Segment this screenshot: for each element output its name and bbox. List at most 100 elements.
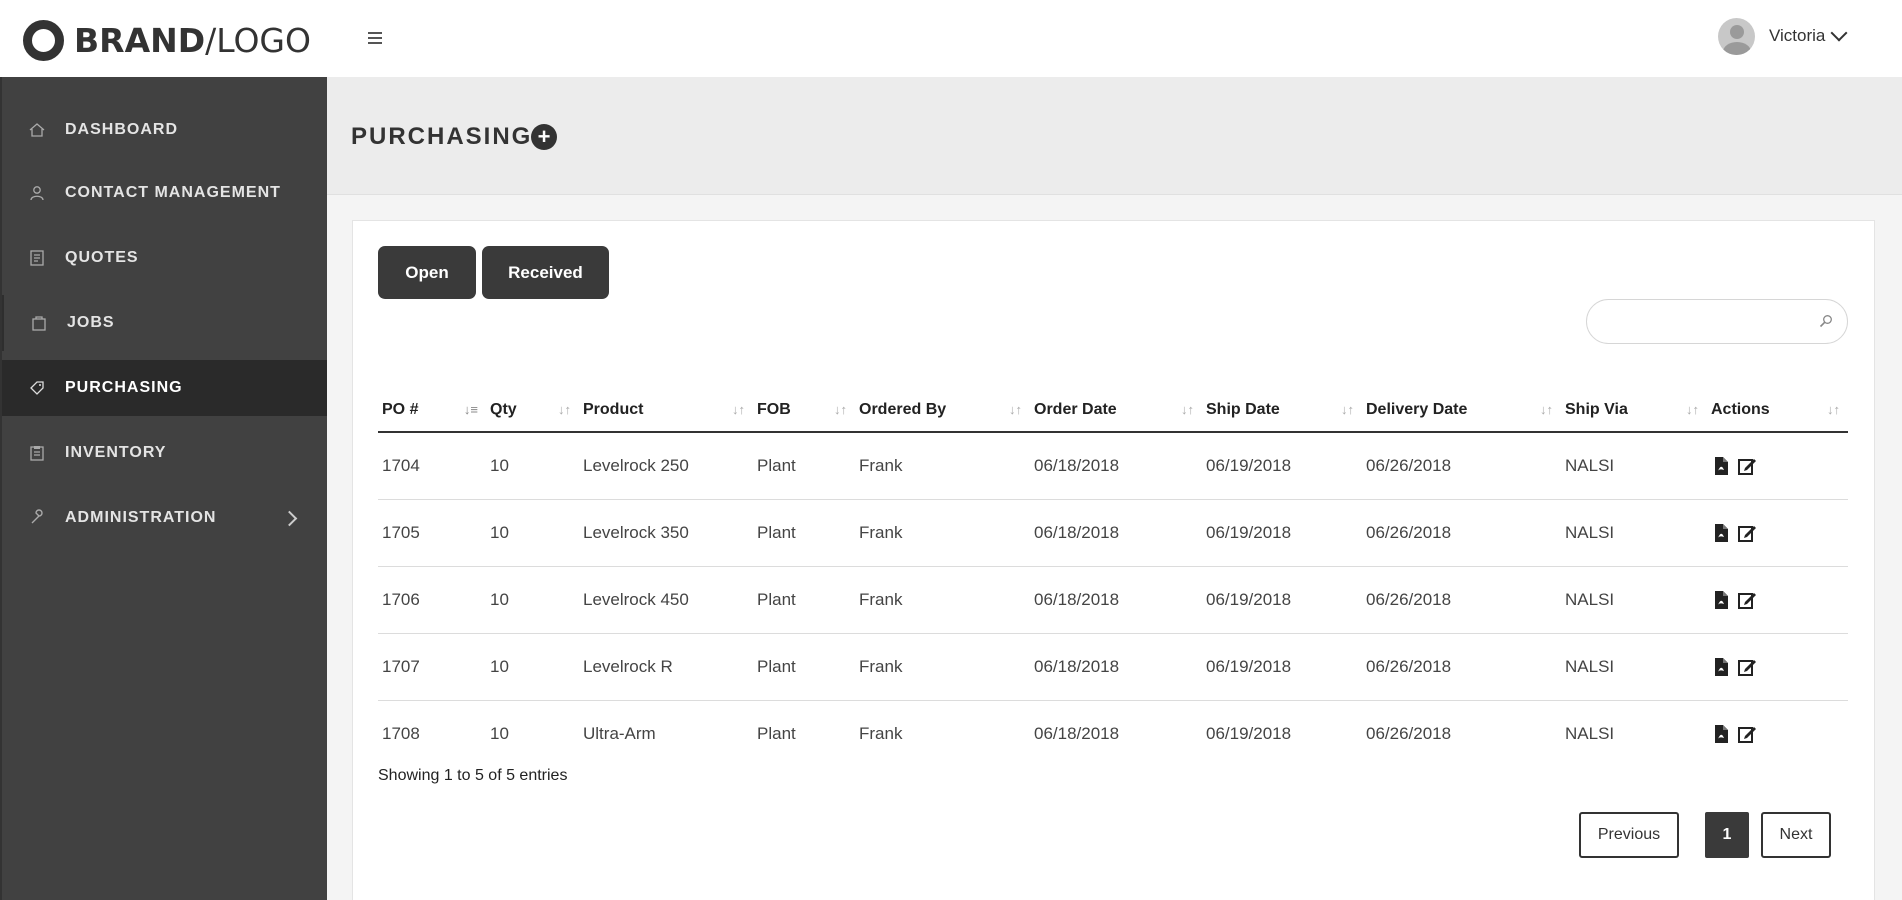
hamburger-menu-icon[interactable] [368, 28, 388, 48]
table-row[interactable]: 1705 10 Levelrock 350 Plant Frank 06/18/2018 0… [378, 499, 1848, 567]
chevron-down-icon [1830, 24, 1848, 42]
column-header-ship-date[interactable]: Ship Date ↓↑ [1202, 388, 1362, 433]
table-cell: Plant [753, 499, 855, 567]
table-cell: 06/18/2018 [1030, 566, 1202, 634]
column-header-product[interactable]: Product ↓↑ [579, 388, 753, 433]
table-row[interactable]: 1707 10 Levelrock R Plant Frank 06/18/2018 06/… [378, 633, 1848, 701]
sidebar-item-administration[interactable]: ADMINISTRATION [2, 490, 327, 546]
pdf-file-icon[interactable] [1711, 724, 1731, 744]
column-header-ship-via[interactable]: Ship Via ↓↑ [1561, 388, 1707, 433]
search-icon[interactable] [1819, 314, 1833, 328]
sidebar-item-purchasing[interactable]: PURCHASING [2, 360, 327, 416]
pdf-file-icon[interactable] [1711, 657, 1731, 677]
table-row[interactable]: 1706 10 Levelrock 450 Plant Frank 06/18/2018 0… [378, 566, 1848, 634]
table-cell: Plant [753, 566, 855, 634]
table-cell: 10 [486, 499, 579, 567]
column-header-qty[interactable]: Qty ↓↑ [486, 388, 579, 433]
bag-icon [29, 313, 49, 333]
wrench-icon [27, 508, 47, 528]
logo-slash-text: / [205, 20, 217, 60]
table-cell: Levelrock 450 [579, 566, 753, 634]
table-cell: Plant [757, 723, 796, 743]
sort-icon[interactable]: ↓↑ [1686, 402, 1699, 417]
search-box[interactable] [1586, 299, 1848, 344]
table-row[interactable]: 1704 10 Levelrock 250 Plant Frank 06/18/2018 0… [378, 432, 1848, 500]
brand-logo[interactable]: BRAND / LOGO [23, 19, 311, 61]
table-cell: Ultra-Arm [583, 723, 656, 743]
pdf-file-icon[interactable] [1711, 590, 1731, 610]
table-cell: 06/18/2018 [1030, 633, 1202, 701]
sort-ascending-icon[interactable]: ↓≡ [464, 402, 478, 417]
table-cell: Frank [859, 723, 903, 743]
chevron-right-icon [281, 510, 298, 526]
avatar [1718, 17, 1755, 55]
actions-cell [1707, 499, 1848, 567]
sidebar-item-contact-management[interactable]: CONTACT MANAGEMENT [2, 165, 327, 221]
table-cell: Levelrock 350 [579, 499, 753, 567]
sort-icon[interactable]: ↓↑ [1827, 402, 1840, 417]
sort-icon[interactable]: ↓↑ [834, 402, 847, 417]
sidebar-item-jobs[interactable]: JOBS [2, 295, 327, 351]
table-cell: Levelrock R [579, 633, 753, 701]
table-cell: NALSI [1561, 633, 1707, 701]
received-filter-button[interactable]: Received [482, 246, 609, 299]
sort-icon[interactable]: ↓↑ [1540, 402, 1553, 417]
column-header-ordered-by[interactable]: Ordered By ↓↑ [855, 388, 1030, 433]
table-cell: Plant [753, 633, 855, 701]
table-cell: NALSI [1561, 432, 1707, 500]
user-menu[interactable]: Victoria [1718, 16, 1848, 56]
sidebar-item-inventory[interactable]: INVENTORY [2, 425, 327, 481]
table-cell: 1707 [378, 633, 486, 701]
sort-icon[interactable]: ↓↑ [1341, 402, 1354, 417]
page-title: PURCHASING [351, 123, 533, 150]
table-cell: 06/19/2018 [1206, 723, 1292, 743]
column-header-order-date[interactable]: Order Date ↓↑ [1030, 388, 1202, 433]
purchasing-panel: Open Received PO # ↓≡ Qty ↓↑ Product ↓↑ FOB… [352, 220, 1875, 900]
sidebar-item-label: DASHBOARD [65, 121, 178, 138]
sort-icon[interactable]: ↓↑ [1181, 402, 1194, 417]
column-header-po[interactable]: PO # ↓≡ [378, 388, 486, 433]
sort-icon[interactable]: ↓↑ [1009, 402, 1022, 417]
sort-icon[interactable]: ↓↑ [732, 402, 745, 417]
edit-icon[interactable] [1737, 724, 1757, 744]
column-header-label: PO # [382, 400, 419, 418]
logo-brand-text: BRAND [74, 20, 206, 60]
sidebar-item-dashboard[interactable]: DASHBOARD [2, 102, 327, 158]
sidebar-item-quotes[interactable]: QUOTES [2, 230, 327, 286]
sidebar-item-label: PURCHASING [65, 379, 183, 396]
page-number-button[interactable]: 1 [1705, 812, 1749, 858]
sidebar-item-label: QUOTES [65, 249, 139, 266]
search-input[interactable] [1601, 308, 1811, 336]
pdf-file-icon[interactable] [1711, 523, 1731, 543]
column-header-fob[interactable]: FOB ↓↑ [753, 388, 855, 433]
previous-page-button[interactable]: Previous [1579, 812, 1679, 858]
page-header: PURCHASING + [327, 77, 1902, 195]
sort-icon[interactable]: ↓↑ [558, 402, 571, 417]
actions-cell [1707, 566, 1848, 634]
column-header-delivery-date[interactable]: Delivery Date ↓↑ [1362, 388, 1561, 433]
column-header-label: Ship Date [1206, 400, 1280, 418]
column-header-label: Actions [1711, 400, 1770, 418]
table-cell: 10 [486, 633, 579, 701]
table-row[interactable]: 1708 10 Ultra-Arm Plant Frank 06/18/2018 06/19… [378, 700, 1848, 767]
edit-icon[interactable] [1737, 523, 1757, 543]
table-cell: 06/19/2018 [1202, 499, 1362, 567]
actions-cell [1707, 700, 1848, 767]
table-cell: 06/26/2018 [1362, 633, 1561, 701]
table-cell: 1708 [382, 723, 420, 743]
table-cell: Plant [753, 432, 855, 500]
edit-icon[interactable] [1737, 590, 1757, 610]
column-header-label: Ordered By [859, 400, 947, 418]
add-purchase-button[interactable]: + [531, 124, 557, 150]
next-page-button[interactable]: Next [1761, 812, 1831, 858]
pdf-file-icon[interactable] [1711, 456, 1731, 476]
edit-icon[interactable] [1737, 657, 1757, 677]
table-cell: Frank [855, 633, 1030, 701]
edit-icon[interactable] [1737, 456, 1757, 476]
table-cell: 06/26/2018 [1362, 499, 1561, 567]
open-filter-button[interactable]: Open [378, 246, 476, 299]
column-header-label: Order Date [1034, 400, 1117, 418]
table-cell: 06/26/2018 [1362, 566, 1561, 634]
column-header-actions[interactable]: Actions ↓↑ [1707, 388, 1848, 433]
purchase-orders-table: PO # ↓≡ Qty ↓↑ Product ↓↑ FOB ↓↑ Ordered By ↓… [378, 388, 1848, 767]
